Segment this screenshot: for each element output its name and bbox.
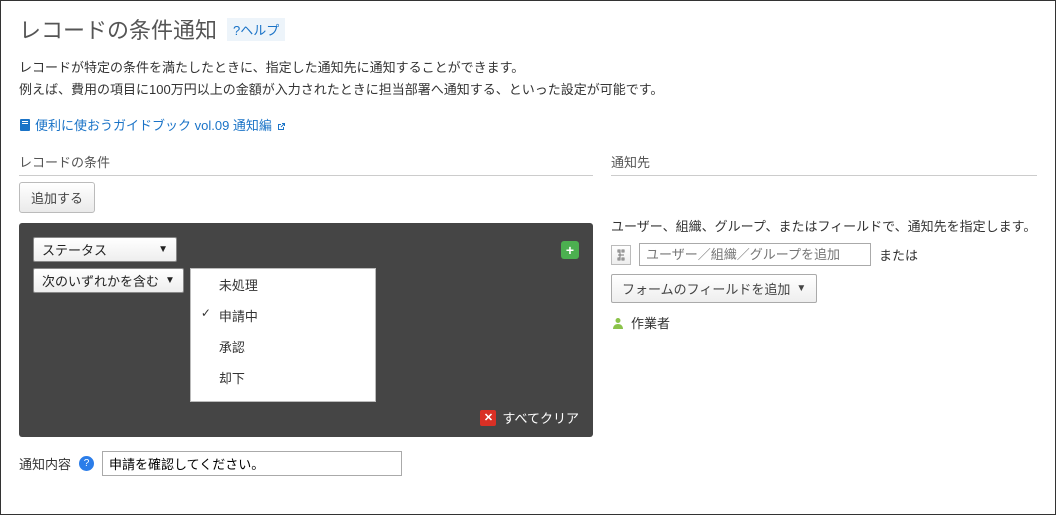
content-label: 通知内容 (19, 454, 71, 473)
close-icon: ✕ (480, 410, 496, 426)
caret-down-icon: ▼ (158, 244, 168, 255)
condition-box: ステータス ▼ + 次のいずれかを含む ▼ 未処理 ✓ 申請中承認却下確認 ✕ すべ… (19, 223, 593, 437)
clear-all-label: すべてクリア (502, 408, 579, 427)
page-title: レコードの条件通知 (19, 13, 217, 45)
help-label: ヘルプ (240, 23, 279, 38)
operator-select-value: 次のいずれかを含む (42, 271, 159, 290)
add-button[interactable]: 追加する (19, 182, 95, 213)
user-search-input[interactable] (639, 243, 871, 266)
operator-select[interactable]: 次のいずれかを含む ▼ (33, 268, 184, 293)
help-icon[interactable]: ? (79, 456, 94, 471)
clear-all-button[interactable]: ✕ すべてクリア (480, 408, 579, 427)
dropdown-option-label: 承認 (219, 340, 245, 355)
recipient-description: ユーザー、組織、グループ、またはフィールドで、通知先を指定します。 (611, 216, 1037, 235)
person-icon (611, 316, 625, 330)
dropdown-option[interactable]: 未処理 (191, 269, 375, 300)
guide-text: 便利に使おうガイドブック vol.09 通知編 (35, 115, 272, 134)
description-line2: 例えば、費用の項目に100万円以上の金額が入力されたときに担当部署へ通知する、と… (19, 79, 1037, 101)
check-icon: ✓ (201, 306, 211, 320)
status-dropdown[interactable]: 未処理 ✓ 申請中承認却下確認 (190, 268, 376, 402)
notification-content-input[interactable] (102, 451, 402, 476)
guide-link[interactable]: 便利に使おうガイドブック vol.09 通知編 (19, 115, 286, 134)
assignee-label: 作業者 (631, 313, 670, 332)
recipient-section-header: 通知先 (611, 152, 1037, 176)
add-form-field-button[interactable]: フォームのフィールドを追加 ▼ (611, 274, 817, 303)
add-form-field-label: フォームのフィールドを追加 (622, 279, 790, 298)
field-select[interactable]: ステータス ▼ (33, 237, 177, 262)
description-line1: レコードが特定の条件を満たしたときに、指定した通知先に通知することができます。 (19, 57, 1037, 79)
external-link-icon (276, 120, 286, 130)
description: レコードが特定の条件を満たしたときに、指定した通知先に通知することができます。 … (19, 57, 1037, 101)
dropdown-option-label: 未処理 (219, 278, 258, 293)
dropdown-option-label: 却下 (219, 371, 245, 386)
assignee-item: 作業者 (611, 313, 1037, 332)
org-tree-icon[interactable] (611, 245, 631, 265)
dropdown-option[interactable]: 却下 (191, 362, 375, 393)
dropdown-option[interactable]: ✓ 申請中 (191, 300, 375, 331)
dropdown-option[interactable]: 確認 (191, 393, 375, 402)
dropdown-option-label: 申請中 (219, 309, 258, 324)
caret-down-icon: ▼ (796, 283, 806, 294)
add-condition-icon[interactable]: + (561, 241, 579, 259)
dropdown-option[interactable]: 承認 (191, 331, 375, 362)
field-select-value: ステータス (42, 240, 107, 259)
or-text: または (879, 245, 918, 264)
condition-section-header: レコードの条件 (19, 152, 593, 176)
caret-down-icon: ▼ (165, 275, 175, 286)
help-link[interactable]: ?ヘルプ (227, 18, 285, 41)
book-icon (19, 118, 31, 132)
